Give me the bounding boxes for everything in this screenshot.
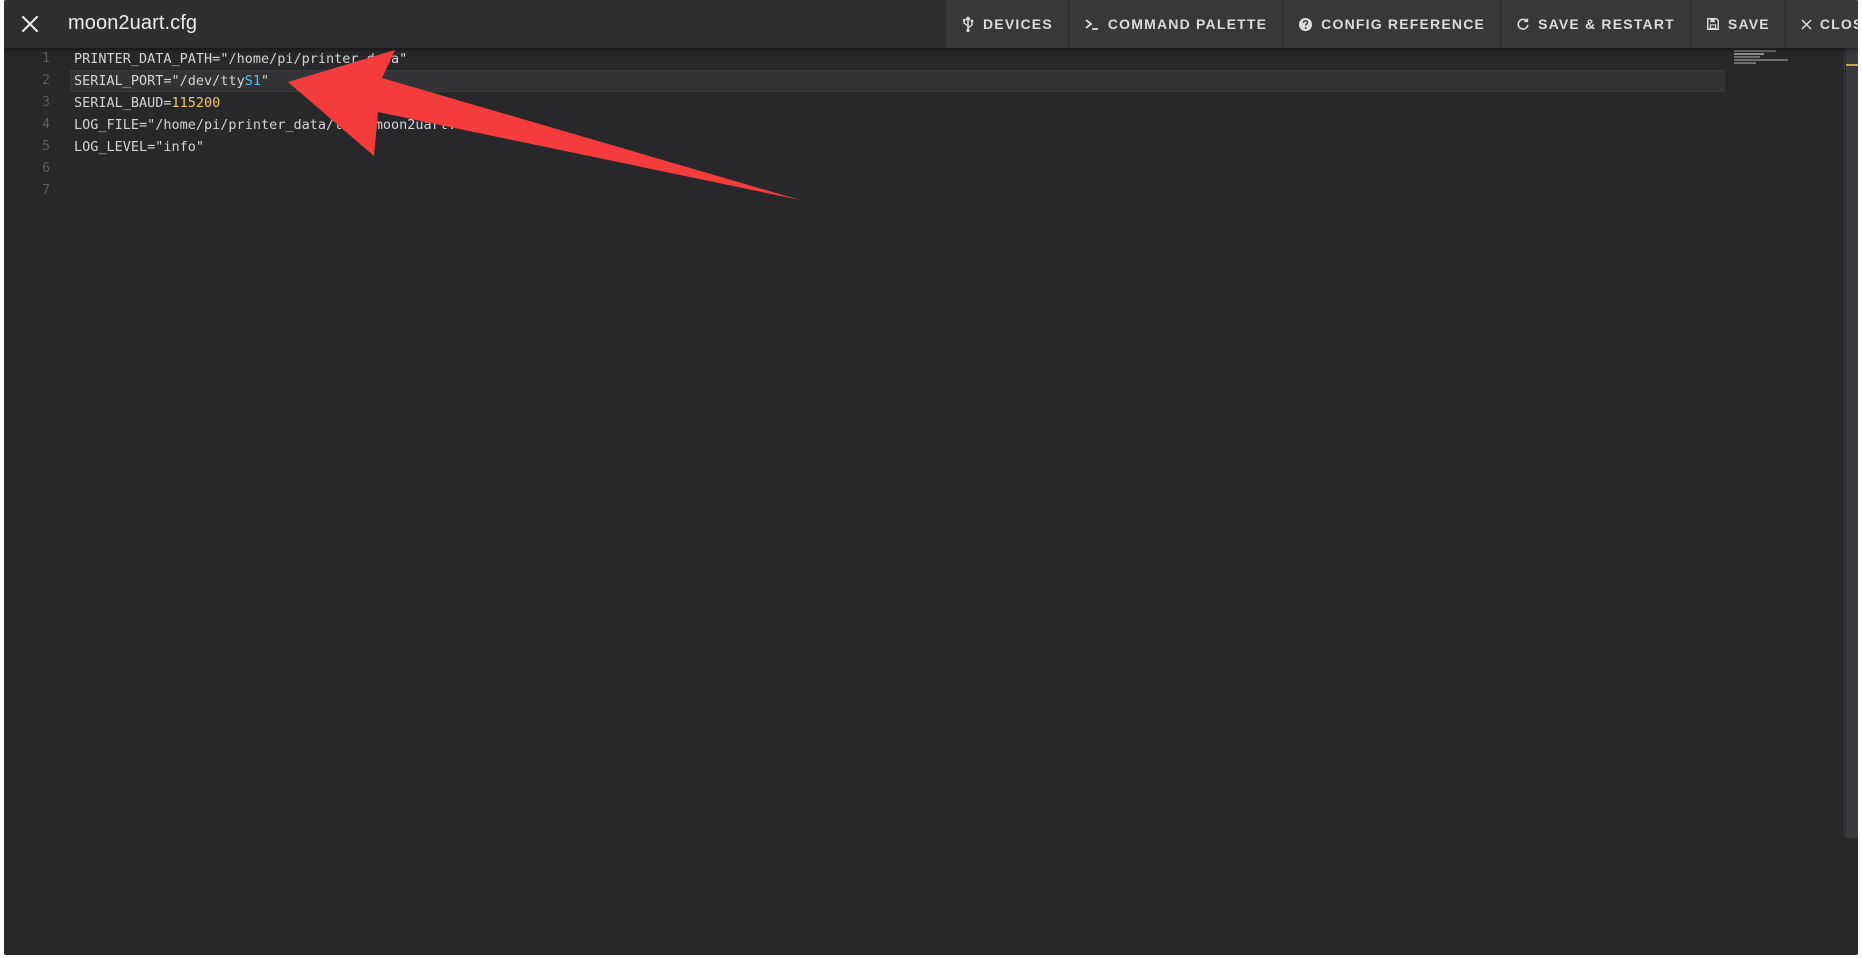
line-number: 3: [42, 95, 50, 110]
code-line[interactable]: PRINTER_DATA_PATH="/home/pi/printer_data…: [74, 48, 407, 70]
save-restart-button[interactable]: Save & Restart: [1500, 0, 1690, 48]
config-value: "info": [155, 139, 205, 155]
code-editor[interactable]: 1 2 3 4 5 6 7 PRINTER_DATA_PATH="/home/p…: [4, 48, 1858, 955]
minimap-line: [1734, 59, 1788, 61]
floppy-disk-icon: [1706, 18, 1719, 30]
line-number: 1: [42, 51, 50, 66]
code-line-active[interactable]: SERIAL_PORT="/dev/ttyS1": [74, 70, 269, 92]
config-value: "/home/pi/printer_data/logs/moon2uart.lo…: [147, 117, 489, 133]
line-number: 6: [42, 161, 50, 176]
config-reference-button[interactable]: Config Reference: [1282, 0, 1500, 48]
console-prompt-icon: [1085, 19, 1098, 30]
config-key: LOG_LEVEL=: [74, 139, 156, 155]
vertical-scrollbar-thumb[interactable]: [1846, 48, 1858, 838]
close-button[interactable]: Close: [1784, 0, 1858, 48]
close-icon: [21, 15, 39, 33]
close-label: Close: [1819, 16, 1858, 32]
config-value: "/dev/tty: [171, 73, 245, 89]
config-key: SERIAL_PORT=: [74, 73, 172, 89]
close-dialog-button[interactable]: [16, 10, 44, 38]
restart-icon: [1517, 18, 1529, 30]
save-restart-label: Save & Restart: [1538, 16, 1675, 32]
close-icon: [1801, 19, 1812, 29]
save-label: Save: [1727, 16, 1770, 32]
usb-icon: [963, 16, 974, 32]
config-key: LOG_FILE=: [74, 117, 148, 133]
help-circle-icon: [1299, 17, 1313, 31]
toolbar: moon2uart.cfg Devices Command Pal: [4, 0, 1858, 48]
code-line[interactable]: SERIAL_BAUD=115200: [74, 92, 220, 114]
minimap-line: [1734, 62, 1756, 64]
config-value: "/home/pi/printer_data": [220, 51, 408, 67]
editor-dialog: moon2uart.cfg Devices Command Pal: [4, 0, 1858, 955]
active-line-highlight: [70, 70, 1725, 92]
devices-button[interactable]: Devices: [946, 0, 1068, 48]
save-button[interactable]: Save: [1689, 0, 1785, 48]
minimap-line: [1734, 50, 1776, 52]
config-value: ": [260, 73, 270, 89]
config-reference-label: Config Reference: [1321, 16, 1486, 32]
command-palette-button[interactable]: Command Palette: [1067, 0, 1282, 48]
line-number-gutter: 1 2 3 4 5 6 7: [4, 48, 54, 955]
file-title: moon2uart.cfg: [68, 12, 198, 34]
config-key: SERIAL_BAUD=: [74, 95, 172, 111]
code-line[interactable]: LOG_LEVEL="info": [74, 136, 204, 158]
command-palette-label: Command Palette: [1107, 16, 1268, 32]
minimap-line: [1734, 53, 1764, 55]
code-line[interactable]: LOG_FILE="/home/pi/printer_data/logs/moo…: [74, 114, 489, 136]
minimap[interactable]: [1728, 48, 1840, 88]
devices-label: Devices: [983, 16, 1053, 32]
line-number: 7: [42, 183, 50, 198]
line-number: 5: [42, 139, 50, 154]
minimap-line: [1734, 56, 1760, 58]
line-number: 4: [42, 117, 50, 132]
config-value-highlight: S1: [244, 73, 261, 89]
toolbar-actions: Devices Command Palette Config Reference: [946, 0, 1858, 48]
config-value-number: 115200: [171, 95, 221, 111]
scrollbar-cursor-marker: [1846, 64, 1858, 66]
line-number: 2: [42, 73, 50, 88]
config-key: PRINTER_DATA_PATH=: [74, 51, 221, 67]
